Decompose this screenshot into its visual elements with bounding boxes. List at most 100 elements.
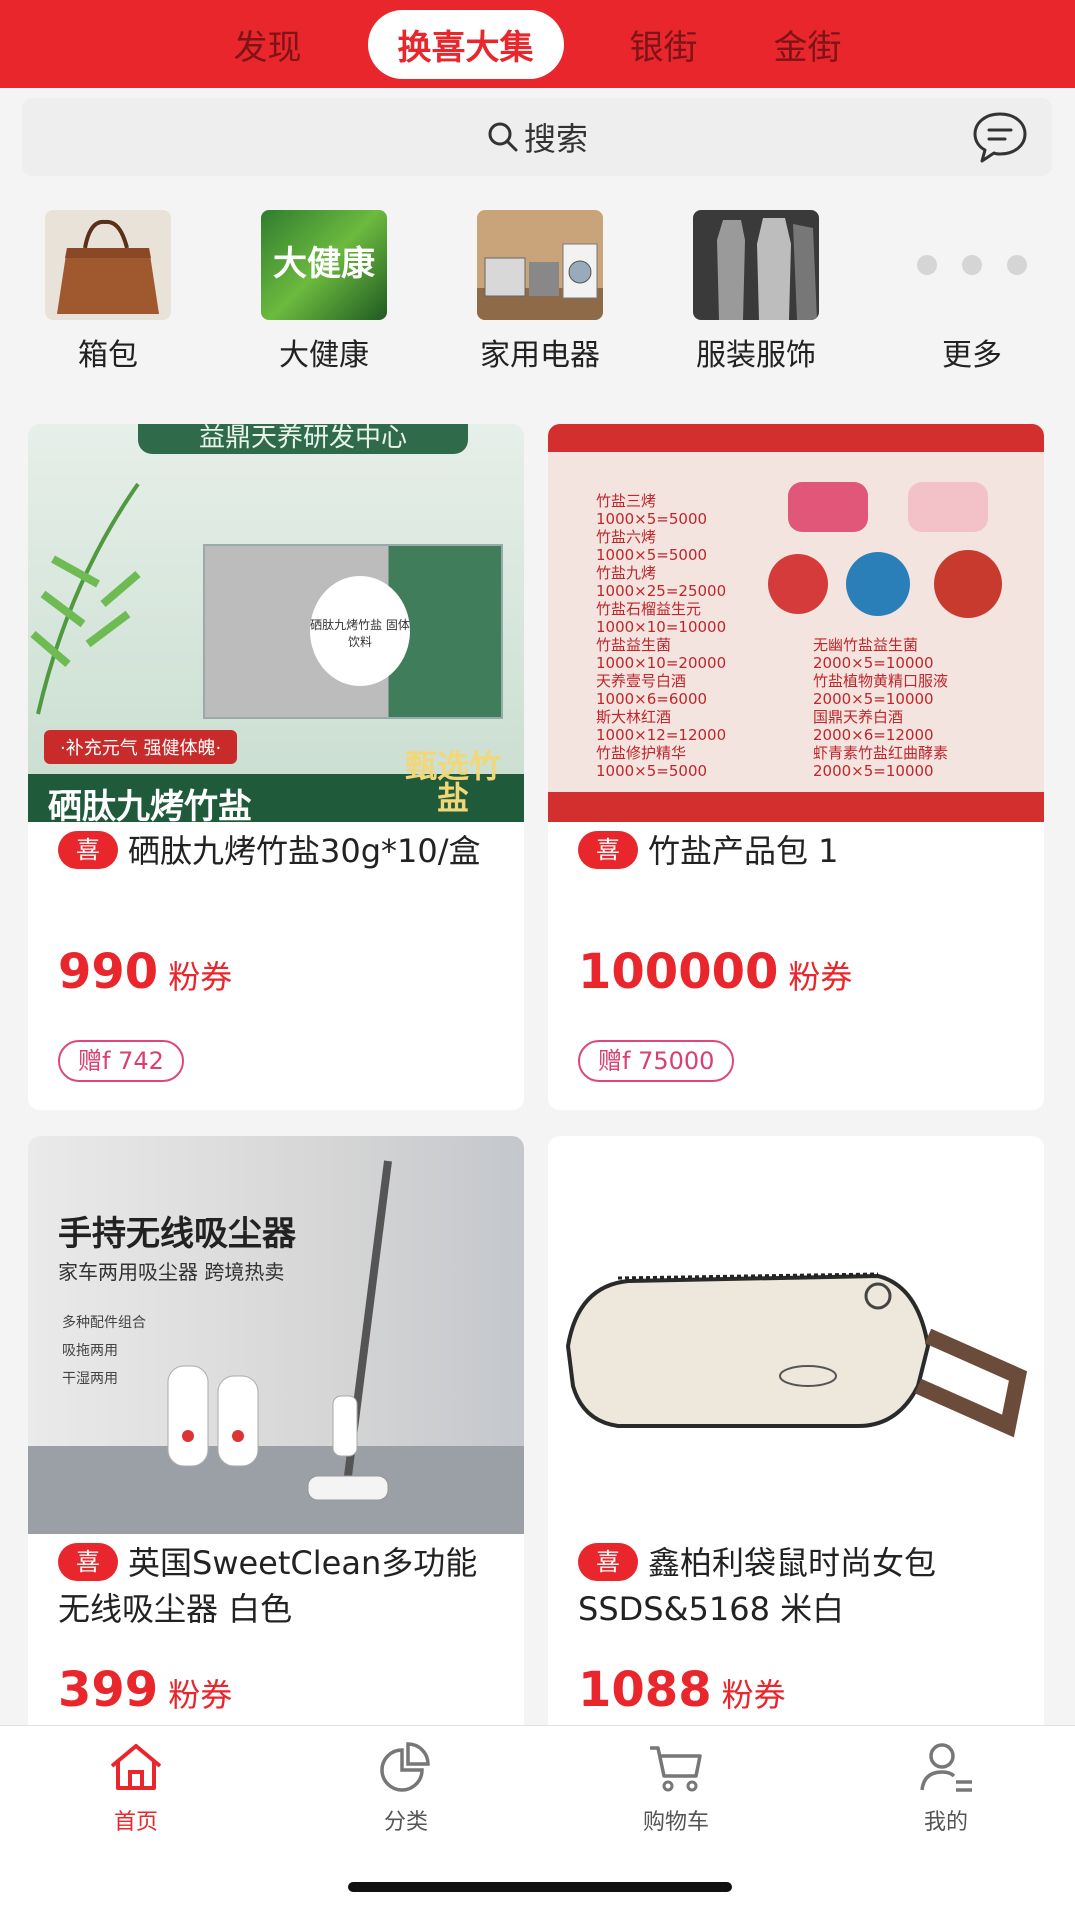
search-bar[interactable]: 搜索 (22, 98, 1052, 176)
tab-huanxi-market[interactable]: 换喜大集 (367, 9, 564, 79)
price-list-line: 1000×25=25000 (596, 582, 727, 600)
more-dots-icon (909, 210, 1035, 320)
xi-badge: 喜 (58, 1543, 118, 1581)
product-card[interactable]: 喜鑫柏利袋鼠时尚女包SSDS&5168 米白 1088 粉券 (548, 1136, 1044, 1736)
product-price: 1088 粉券 (578, 1662, 786, 1718)
price-list-line: 竹盐修护精华 (596, 744, 687, 762)
category-label: 箱包 (78, 338, 138, 373)
price-list-line: 竹盐三烤 (596, 492, 657, 510)
tab-gold-street[interactable]: 金街 (764, 12, 852, 77)
price-list-line: 2000×5=10000 (813, 654, 934, 672)
health-thumb-text: 大健康 (273, 244, 375, 284)
category-label: 家用电器 (480, 338, 600, 373)
home-indicator (348, 1882, 732, 1892)
product-title: 喜英国SweetClean多功能无线吸尘器 白色 (28, 1534, 524, 1632)
nav-category[interactable]: 分类 (326, 1740, 486, 1836)
image-feature: 吸拖两用 (62, 1343, 118, 1359)
price-unit: 粉券 (168, 958, 233, 996)
image-header-text: 益鼎天养研发中心 (138, 424, 468, 454)
price-unit: 粉券 (168, 1676, 233, 1714)
nav-home[interactable]: 首页 (56, 1740, 216, 1836)
price-list-line: 竹盐石榴益生元 (596, 600, 702, 618)
price-list-line: 2000×5=10000 (813, 762, 934, 780)
product-price: 100000 粉券 (578, 944, 853, 1000)
price-list-left: 竹盐三烤 1000×5=5000 竹盐六烤 1000×5=5000 竹盐九烤 1000×2… (596, 492, 726, 780)
image-feature: 干湿两用 (62, 1371, 118, 1387)
price-list-line: 虾青素竹盐红曲酵素 (813, 744, 949, 762)
box-label: 硒肽九烤竹盐 固体饮料 (310, 576, 410, 686)
user-icon (920, 1743, 972, 1792)
price-list-line: 1000×12=12000 (596, 726, 727, 744)
category-label: 大健康 (279, 338, 369, 373)
price-list-line: 2000×6=12000 (813, 726, 934, 744)
price-list-line: 国鼎天养白酒 (813, 708, 904, 726)
handbag-illustration (565, 1272, 1028, 1438)
tab-discover[interactable]: 发现 (224, 12, 312, 77)
price-unit: 粉券 (721, 1676, 786, 1714)
nav-label: 我的 (923, 1810, 968, 1835)
product-title: 喜鑫柏利袋鼠时尚女包SSDS&5168 米白 (548, 1534, 1044, 1632)
price-list-line: 1000×10=20000 (596, 654, 727, 672)
category-label: 服装服饰 (696, 338, 816, 373)
price-list-line: 竹盐九烤 (596, 564, 657, 582)
home-icon (110, 1744, 162, 1790)
price-list-line: 1000×10=10000 (596, 618, 727, 636)
price-list-line: 1000×5=5000 (596, 510, 708, 528)
nav-cart[interactable]: 购物车 (596, 1740, 756, 1836)
price-list-line: 天养壹号白酒 (596, 672, 687, 690)
price-list-line: 竹盐植物黄精口服液 (813, 672, 949, 690)
product-image (548, 1136, 1044, 1534)
xi-badge: 喜 (578, 831, 638, 869)
image-title: 硒肽九烤竹盐 (48, 787, 252, 822)
appliance-thumbnail (477, 210, 603, 320)
product-title: 喜硒肽九烤竹盐30g*10/盒 (28, 822, 524, 874)
nav-profile[interactable]: 我的 (866, 1740, 1026, 1836)
category-bags[interactable]: 箱包 (8, 210, 208, 374)
product-price: 399 粉券 (58, 1662, 233, 1718)
price-list-line: 竹盐益生菌 (596, 636, 672, 654)
search-icon (488, 122, 518, 152)
price-list-line: 斯大林红酒 (596, 708, 672, 726)
nav-label: 购物车 (642, 1810, 709, 1835)
category-health[interactable]: 大健康 大健康 (224, 210, 424, 374)
gift-tag: 赠f 75000 (578, 1040, 735, 1082)
image-corner: 甄选竹盐 (404, 747, 501, 817)
product-price: 990 粉券 (58, 944, 233, 1000)
price-list-line: 1000×6=6000 (596, 690, 708, 708)
gift-tag: 赠f 742 (58, 1040, 184, 1082)
product-name: 竹盐产品包 1 (648, 832, 839, 870)
image-feature: 多种配件组合 (62, 1315, 146, 1331)
top-tab-bar: 发现 换喜大集 银街 金街 (0, 0, 1075, 88)
price-list-line: 1000×5=5000 (596, 546, 708, 564)
price-unit: 粉券 (788, 958, 853, 996)
search-field[interactable]: 搜索 (22, 98, 1052, 176)
product-box: 硒肽九烤竹盐 固体饮料 (203, 544, 503, 719)
pie-chart-icon (380, 1742, 430, 1792)
nav-label: 分类 (383, 1810, 428, 1835)
product-name: 硒肽九烤竹盐30g*10/盒 (128, 832, 481, 870)
product-image: 手持无线吸尘器 家车两用吸尘器 跨境热卖 多种配件组合 吸拖两用 干湿两用 (28, 1136, 524, 1534)
cart-icon (650, 1746, 702, 1792)
image-slogan: ·补充元气 强健体魄· (44, 730, 238, 764)
category-clothing[interactable]: 服装服饰 (656, 210, 856, 374)
product-card[interactable]: 益鼎天养研发中心 硒肽九烤竹盐 固体饮料 ·补充元气 强健体魄· 硒肽九烤竹盐 … (28, 424, 524, 1110)
product-card[interactable]: 竹盐三烤 1000×5=5000 竹盐六烤 1000×5=5000 竹盐九烤 1000×2… (548, 424, 1044, 1110)
category-appliances[interactable]: 家用电器 (440, 210, 640, 374)
tab-silver-street[interactable]: 银街 (620, 12, 708, 77)
search-placeholder: 搜索 (523, 120, 588, 158)
product-image: 益鼎天养研发中心 硒肽九烤竹盐 固体饮料 ·补充元气 强健体魄· 硒肽九烤竹盐 … (28, 424, 524, 822)
price-list-line: 1000×5=5000 (596, 762, 708, 780)
product-card[interactable]: 手持无线吸尘器 家车两用吸尘器 跨境热卖 多种配件组合 吸拖两用 干湿两用 喜英… (28, 1136, 524, 1736)
price-list-line: 竹盐六烤 (596, 528, 657, 546)
xi-badge: 喜 (58, 831, 118, 869)
chat-bubble-icon[interactable] (970, 108, 1030, 166)
bag-thumbnail (45, 210, 171, 320)
product-image: 竹盐三烤 1000×5=5000 竹盐六烤 1000×5=5000 竹盐九烤 1000×2… (548, 424, 1044, 822)
category-row: 箱包 大健康 大健康 家用电器 服装服饰 更多 (0, 182, 1075, 414)
vacuum-illustration (167, 1160, 392, 1501)
category-more[interactable]: 更多 (872, 210, 1072, 374)
price-list-line: 无幽竹盐益生菌 (813, 636, 919, 654)
price-list-right: 无幽竹盐益生菌 2000×5=10000 竹盐植物黄精口服液 2000×5=10000… (813, 636, 948, 780)
product-name: 英国SweetClean多功能无线吸尘器 白色 (58, 1544, 478, 1628)
product-title: 喜竹盐产品包 1 (548, 822, 1044, 874)
